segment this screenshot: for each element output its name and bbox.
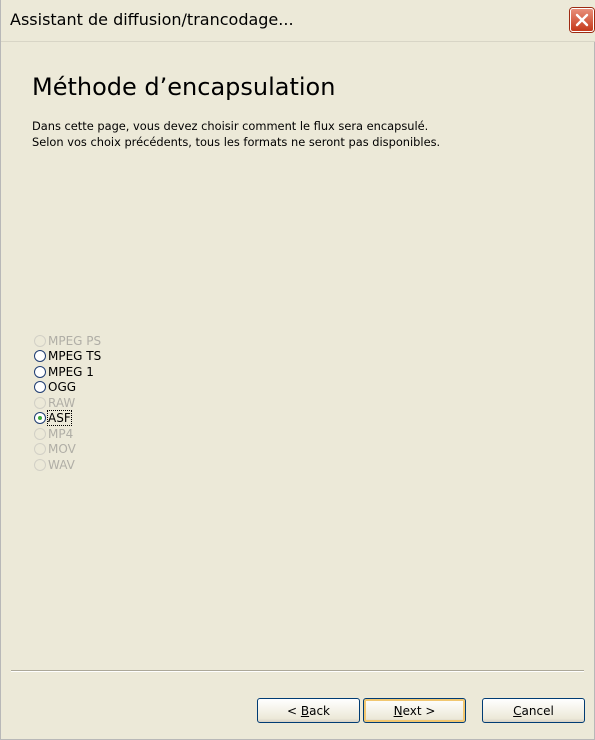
page-description: Dans cette page, vous devez choisir comm…	[32, 119, 441, 149]
radio-button	[34, 458, 46, 471]
radio-mpeg-ts[interactable]: MPEG TS	[34, 349, 101, 365]
radio-label[interactable]: MPEG TS	[48, 349, 101, 363]
encapsulation-format-group: MPEG PS MPEG TS MPEG 1 OGG RAW ASF MP4 M…	[34, 333, 101, 473]
radio-button	[34, 427, 46, 440]
radio-mp4: MP4	[34, 426, 101, 442]
radio-label[interactable]: ASF	[47, 410, 72, 427]
radio-button[interactable]	[34, 350, 46, 363]
page-title: Méthode d’encapsulation	[32, 73, 336, 101]
radio-label: MPEG PS	[48, 333, 102, 348]
back-button-prefix: <	[286, 703, 301, 718]
radio-button	[34, 443, 46, 456]
next-button[interactable]: Next >	[363, 698, 466, 723]
back-button[interactable]: < Back	[257, 698, 360, 723]
wizard-window: Assistant de diffusion/trancodage... Mét…	[0, 0, 595, 740]
window-title: Assistant de diffusion/trancodage...	[10, 10, 294, 29]
radio-mpeg-ps: MPEG PS	[34, 333, 101, 349]
cancel-button[interactable]: Cancel	[482, 698, 585, 723]
radio-button	[34, 334, 46, 347]
radio-button	[34, 396, 46, 409]
title-bar: Assistant de diffusion/trancodage...	[1, 0, 595, 42]
cancel-button-label: ancel	[521, 703, 554, 718]
radio-ogg[interactable]: OGG	[34, 380, 101, 396]
footer-separator	[11, 670, 584, 672]
radio-mpeg-1[interactable]: MPEG 1	[34, 364, 101, 380]
radio-mov: MOV	[34, 442, 101, 458]
radio-button[interactable]	[34, 412, 46, 425]
radio-raw: RAW	[34, 395, 101, 411]
radio-label[interactable]: OGG	[48, 380, 76, 394]
radio-label: WAV	[48, 457, 75, 472]
radio-button[interactable]	[34, 381, 46, 394]
radio-label: MP4	[48, 426, 74, 441]
close-button[interactable]	[570, 8, 594, 32]
back-button-label: ack	[309, 703, 330, 718]
cancel-button-mnemonic: C	[513, 703, 522, 718]
radio-label: RAW	[48, 395, 76, 410]
radio-asf[interactable]: ASF	[34, 410, 101, 427]
back-button-mnemonic: B	[300, 703, 310, 718]
radio-label[interactable]: MPEG 1	[48, 365, 94, 379]
next-button-mnemonic: N	[393, 703, 403, 718]
close-icon	[575, 13, 589, 27]
radio-wav: WAV	[34, 457, 101, 473]
next-button-label: ext >	[402, 703, 436, 718]
wizard-page: Méthode d’encapsulation Dans cette page,…	[1, 42, 594, 739]
radio-label: MOV	[48, 442, 76, 457]
radio-button[interactable]	[34, 365, 46, 378]
